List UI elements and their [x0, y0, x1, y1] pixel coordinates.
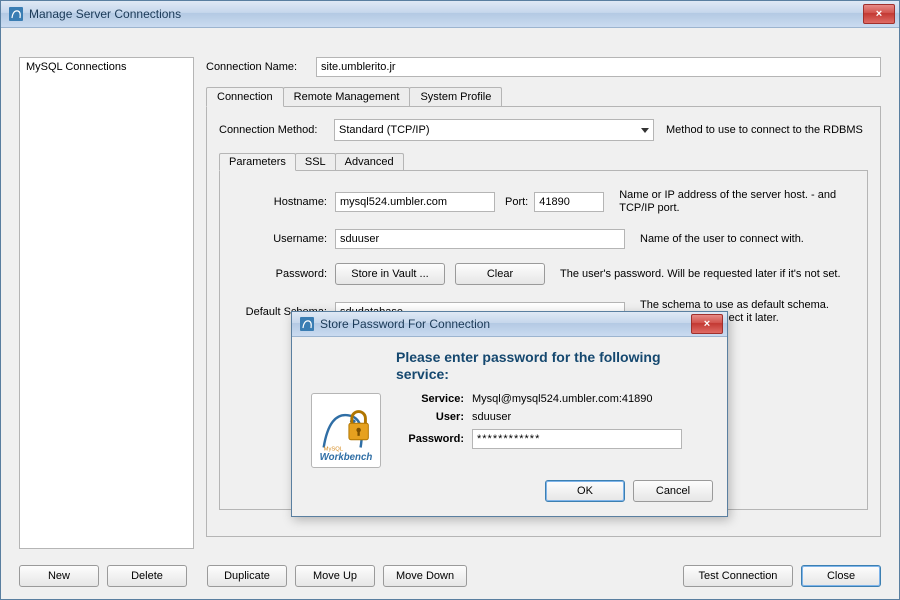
modal-content: Please enter password for the following … — [292, 337, 727, 516]
hostname-input[interactable] — [335, 192, 495, 212]
password-row: Password: Store in Vault ... Clear The u… — [232, 263, 855, 285]
svg-text:Workbench: Workbench — [320, 452, 373, 463]
sidebar-header: MySQL Connections — [26, 61, 187, 73]
user-value: sduuser — [472, 411, 713, 423]
modal-titlebar[interactable]: Store Password For Connection × — [292, 312, 727, 337]
connection-method-row: Connection Method: Standard (TCP/IP) Met… — [219, 119, 868, 141]
username-hint: Name of the user to connect with. — [640, 233, 855, 246]
connection-method-label: Connection Method: — [219, 124, 334, 136]
service-value: Mysql@mysql524.umbler.com:41890 — [472, 393, 713, 405]
duplicate-button[interactable]: Duplicate — [207, 565, 287, 587]
user-label: User: — [394, 411, 472, 423]
username-label: Username: — [232, 233, 335, 245]
tab-connection[interactable]: Connection — [206, 87, 284, 107]
subtab-ssl[interactable]: SSL — [295, 153, 336, 170]
window-title: Manage Server Connections — [29, 7, 863, 21]
password-hint: The user's password. Will be requested l… — [560, 268, 855, 281]
sub-tabs: Parameters SSL Advanced — [219, 153, 868, 170]
port-input[interactable] — [534, 192, 604, 212]
test-connection-button[interactable]: Test Connection — [683, 565, 793, 587]
connection-method-value: Standard (TCP/IP) — [339, 124, 429, 136]
clear-password-button[interactable]: Clear — [455, 263, 545, 285]
footer-buttons: New Delete Duplicate Move Up Move Down T… — [19, 565, 881, 587]
store-in-vault-button[interactable]: Store in Vault ... — [335, 263, 445, 285]
username-row: Username: Name of the user to connect wi… — [232, 229, 855, 249]
delete-button[interactable]: Delete — [107, 565, 187, 587]
ok-button[interactable]: OK — [545, 480, 625, 502]
modal-button-row: OK Cancel — [306, 480, 713, 502]
svg-text:MySQL: MySQL — [324, 446, 344, 452]
subtab-advanced[interactable]: Advanced — [335, 153, 404, 170]
hostname-label: Hostname: — [232, 196, 335, 208]
modal-close-button[interactable]: × — [691, 314, 723, 334]
main-window: Manage Server Connections × MySQL Connec… — [0, 0, 900, 600]
password-label: Password: — [232, 268, 335, 280]
subtab-parameters[interactable]: Parameters — [219, 153, 296, 171]
modal-password-input[interactable] — [472, 429, 682, 449]
connection-name-input[interactable] — [316, 57, 881, 77]
move-up-button[interactable]: Move Up — [295, 565, 375, 587]
password-input-row: Password: — [394, 429, 713, 449]
app-icon — [299, 316, 315, 332]
chevron-down-icon — [641, 128, 649, 133]
user-row: User: sduuser — [394, 411, 713, 423]
modal-title: Store Password For Connection — [320, 317, 691, 331]
port-label: Port: — [505, 196, 528, 208]
app-icon — [8, 6, 24, 22]
workbench-lock-icon: Workbench MySQL — [311, 393, 381, 468]
titlebar[interactable]: Manage Server Connections × — [1, 1, 899, 28]
connection-name-label: Connection Name: — [206, 61, 316, 73]
main-tabs: Connection Remote Management System Prof… — [206, 87, 881, 107]
window-close-button[interactable]: × — [863, 4, 895, 24]
connection-method-hint: Method to use to connect to the RDBMS — [666, 124, 863, 136]
move-down-button[interactable]: Move Down — [383, 565, 467, 587]
service-row: Service: Mysql@mysql524.umbler.com:41890 — [394, 393, 713, 405]
close-button[interactable]: Close — [801, 565, 881, 587]
connection-method-combo[interactable]: Standard (TCP/IP) — [334, 119, 654, 141]
username-input[interactable] — [335, 229, 625, 249]
connection-name-row: Connection Name: — [206, 57, 881, 77]
store-password-dialog: Store Password For Connection × Please e… — [291, 311, 728, 517]
modal-heading: Please enter password for the following … — [396, 349, 713, 383]
hostname-row: Hostname: Port: Name or IP address of th… — [232, 189, 855, 215]
modal-password-label: Password: — [394, 433, 472, 445]
tab-remote-management[interactable]: Remote Management — [283, 87, 411, 106]
hostname-hint: Name or IP address of the server host. -… — [619, 189, 855, 215]
cancel-button[interactable]: Cancel — [633, 480, 713, 502]
service-label: Service: — [394, 393, 472, 405]
new-button[interactable]: New — [19, 565, 99, 587]
connections-sidebar[interactable]: MySQL Connections — [19, 57, 194, 549]
tab-system-profile[interactable]: System Profile — [409, 87, 502, 106]
